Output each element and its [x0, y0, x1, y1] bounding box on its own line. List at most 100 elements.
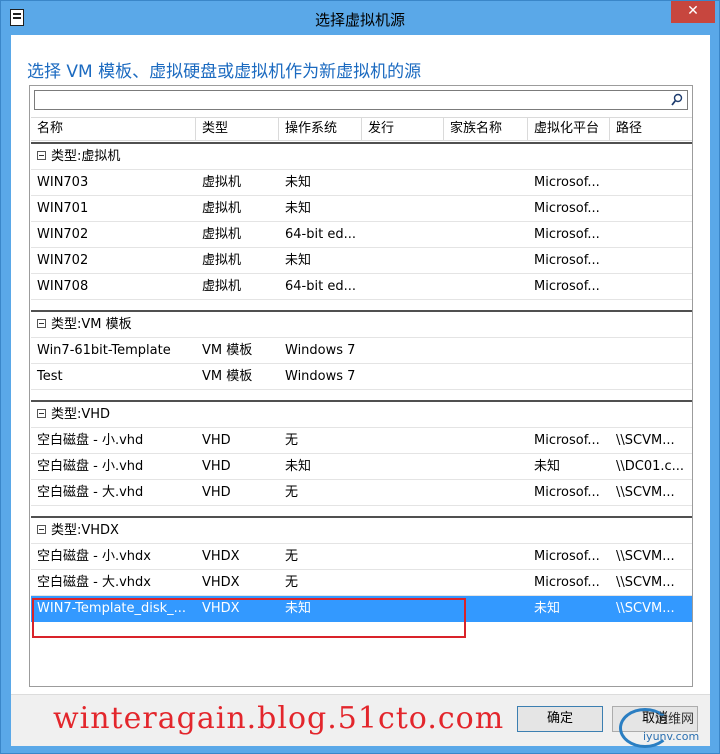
table-row[interactable]: WIN7-Template_disk_... VHDX 未知 未知 \\SCVM... [31, 596, 692, 622]
search-input[interactable] [34, 90, 688, 110]
logo-line2: iyunv.com [643, 730, 700, 743]
collapse-icon[interactable] [37, 409, 46, 418]
page-title: 选择 VM 模板、虚拟硬盘或虚拟机作为新虚拟机的源 [27, 62, 422, 82]
table-cell: \\SCVM... [616, 433, 675, 448]
column-header-family[interactable]: 家族名称 [444, 118, 528, 140]
table-cell: 无 [285, 433, 299, 448]
table-row[interactable]: Win7-61bit-Template VM 模板 Windows 7 [31, 338, 692, 364]
table-cell: \\SCVM... [616, 549, 675, 564]
table-row[interactable]: 空白磁盘 - 大.vhd VHD 无 Microsof... \\SCVM... [31, 480, 692, 506]
table-cell [444, 364, 528, 389]
table-cell: 无 [285, 575, 299, 590]
table-cell: Microsof... [534, 175, 600, 190]
table-row[interactable]: WIN703 虚拟机 未知 Microsof... [31, 170, 692, 196]
table-cell: \\SCVM... [616, 485, 675, 500]
table-cell: 空白磁盘 - 大.vhdx [37, 575, 151, 590]
table-row[interactable]: 空白磁盘 - 小.vhd VHD 无 Microsof... \\SCVM... [31, 428, 692, 454]
table-cell: 64-bit ed... [285, 227, 356, 242]
source-list[interactable]: 名称 类型 操作系统 发行 家族名称 虚拟化平台 路径 类型:虚拟机 WIN703… [29, 85, 693, 687]
close-button[interactable]: ✕ [671, 1, 715, 23]
table-cell: WIN703 [37, 175, 89, 190]
table-row[interactable]: WIN701 虚拟机 未知 Microsof... [31, 196, 692, 222]
table-cell [610, 364, 692, 389]
table-cell: Test [37, 369, 63, 384]
table-cell: Microsof... [534, 485, 600, 500]
table-cell: 空白磁盘 - 小.vhdx [37, 549, 151, 564]
group-header[interactable]: 类型:VM 模板 [31, 310, 692, 338]
column-header-release[interactable]: 发行 [362, 118, 444, 140]
table-cell: 空白磁盘 - 小.vhd [37, 433, 144, 448]
column-header-os[interactable]: 操作系统 [279, 118, 362, 140]
table-cell [362, 480, 444, 505]
table-cell [362, 274, 444, 299]
table-cell: 无 [285, 485, 299, 500]
table-cell [362, 222, 444, 247]
group-label: 类型:虚拟机 [51, 149, 121, 164]
table-cell: 空白磁盘 - 大.vhd [37, 485, 144, 500]
table-cell: 64-bit ed... [285, 279, 356, 294]
table-cell: Microsof... [534, 279, 600, 294]
table-cell: 未知 [285, 175, 312, 190]
table-cell: WIN701 [37, 201, 89, 216]
search-icon[interactable] [671, 93, 683, 107]
table-row[interactable]: Test VM 模板 Windows 7 [31, 364, 692, 390]
table-row[interactable]: 空白磁盘 - 大.vhdx VHDX 无 Microsof... \\SCVM... [31, 570, 692, 596]
table-cell [444, 454, 528, 479]
table-row[interactable]: WIN702 虚拟机 未知 Microsof... [31, 248, 692, 274]
table-cell [362, 544, 444, 569]
table-cell [610, 248, 692, 273]
table-cell [444, 570, 528, 595]
table-cell: WIN708 [37, 279, 89, 294]
table-cell: \\SCVM... [616, 601, 675, 616]
table-cell [610, 338, 692, 363]
table-cell: VM 模板 [202, 369, 253, 384]
column-header-type[interactable]: 类型 [196, 118, 279, 140]
group-label: 类型:VM 模板 [51, 317, 132, 332]
table-cell: VHDX [202, 575, 240, 590]
table-row[interactable]: 空白磁盘 - 小.vhdx VHDX 无 Microsof... \\SCVM... [31, 544, 692, 570]
table-cell: 虚拟机 [202, 227, 242, 242]
table-cell: Windows 7 [285, 369, 356, 384]
table-cell: 未知 [285, 601, 312, 616]
title-bar: 选择虚拟机源 ✕ [1, 1, 719, 35]
table-cell: 虚拟机 [202, 279, 242, 294]
table-cell: 未知 [285, 459, 312, 474]
column-header-path[interactable]: 路径 [610, 118, 692, 140]
table-cell [444, 196, 528, 221]
table-cell: 未知 [285, 253, 312, 268]
table-cell [362, 454, 444, 479]
group-header[interactable]: 类型:VHD [31, 400, 692, 428]
table-cell: WIN702 [37, 253, 89, 268]
collapse-icon[interactable] [37, 525, 46, 534]
group-header[interactable]: 类型:VHDX [31, 516, 692, 544]
table-cell [528, 338, 610, 363]
table-cell [444, 248, 528, 273]
ok-button[interactable]: 确定 [517, 706, 603, 732]
table-row[interactable]: 空白磁盘 - 小.vhd VHD 未知 未知 \\DC01.c... [31, 454, 692, 480]
dialog-body: 选择 VM 模板、虚拟硬盘或虚拟机作为新虚拟机的源 名称 类型 操作系统 发行 … [11, 35, 710, 746]
table-cell [444, 338, 528, 363]
group-header[interactable]: 类型:虚拟机 [31, 142, 692, 170]
collapse-icon[interactable] [37, 319, 46, 328]
table-cell: WIN702 [37, 227, 89, 242]
table-row[interactable]: WIN708 虚拟机 64-bit ed... Microsof... [31, 274, 692, 300]
table-row[interactable]: WIN702 虚拟机 64-bit ed... Microsof... [31, 222, 692, 248]
logo-line1: 运维网 [655, 712, 695, 727]
table-cell [610, 222, 692, 247]
column-header-platform[interactable]: 虚拟化平台 [528, 118, 610, 140]
table-cell [444, 274, 528, 299]
table-cell: Microsof... [534, 253, 600, 268]
table-cell [610, 196, 692, 221]
table-cell: Win7-61bit-Template [37, 343, 171, 358]
table-cell [362, 170, 444, 195]
column-header-name[interactable]: 名称 [31, 118, 196, 140]
table-cell: Microsof... [534, 433, 600, 448]
table-cell: \\SCVM... [616, 575, 675, 590]
table-cell: 虚拟机 [202, 253, 242, 268]
collapse-icon[interactable] [37, 151, 46, 160]
window-title: 选择虚拟机源 [314, 11, 405, 29]
table-cell: 无 [285, 549, 299, 564]
table-cell [362, 338, 444, 363]
